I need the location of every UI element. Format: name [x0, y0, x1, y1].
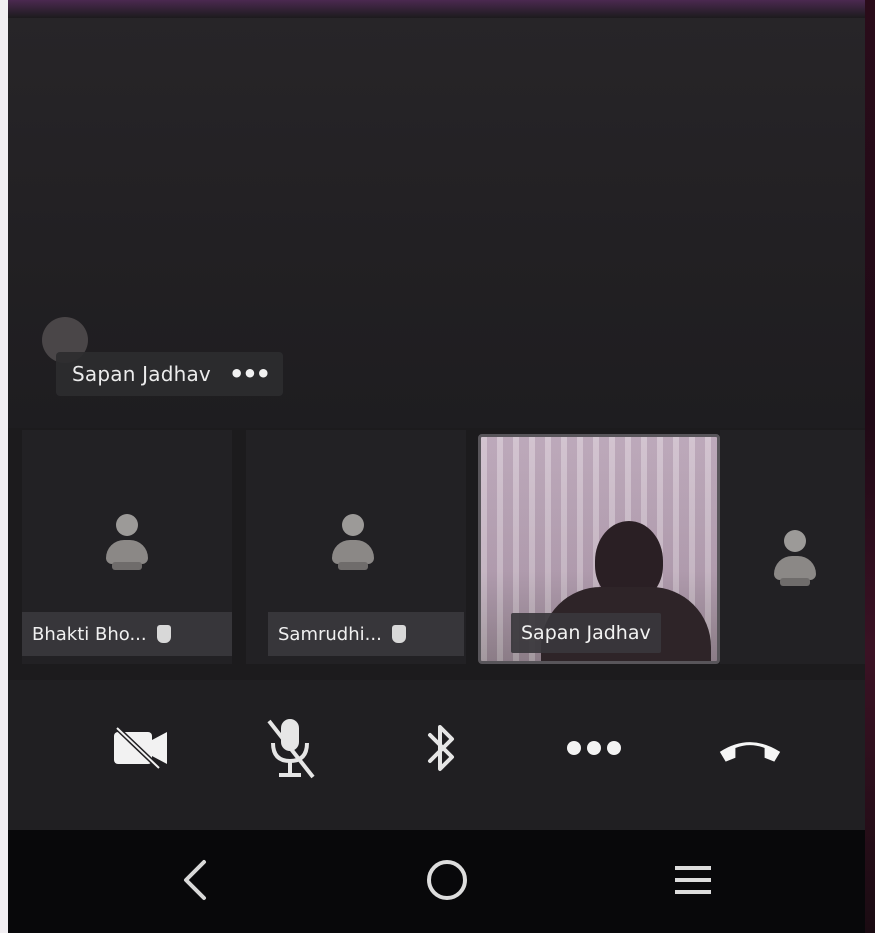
hang-up-button[interactable]: [714, 712, 786, 784]
participant-avatar-icon: [774, 530, 816, 588]
speaker-label[interactable]: Sapan Jadhav •••: [56, 352, 283, 396]
camera-toggle-button[interactable]: [104, 712, 176, 784]
home-icon: [427, 860, 467, 900]
participant-avatar-icon: [106, 514, 148, 572]
participant-tiles: Bhakti Bho... Samrudhi...: [8, 430, 868, 670]
mic-toggle-button[interactable]: [254, 712, 326, 784]
call-controls: [8, 680, 868, 830]
participant-label: Samrudhi...: [268, 612, 464, 656]
edge-strip: [865, 0, 875, 933]
top-edge: [8, 0, 868, 18]
participant-tile[interactable]: Samrudhi...: [246, 430, 466, 664]
hand-icon: [156, 625, 171, 643]
participant-label: Bhakti Bho...: [22, 612, 232, 656]
hangup-icon: [719, 742, 781, 762]
more-options-button[interactable]: [558, 712, 630, 784]
participant-video-label: Sapan Jadhav: [511, 613, 661, 653]
more-icon: [567, 741, 621, 755]
menu-icon: [675, 866, 711, 894]
nav-recents-button[interactable]: [658, 850, 728, 910]
participant-tile[interactable]: Bhakti Bho...: [22, 430, 232, 664]
participant-name: Samrudhi...: [278, 623, 382, 645]
bluetooth-button[interactable]: [406, 712, 478, 784]
speaker-more-button[interactable]: •••: [229, 362, 271, 386]
bluetooth-icon: [428, 725, 454, 771]
participant-video-tile[interactable]: Sapan Jadhav: [478, 434, 720, 664]
participant-avatar-icon: [332, 514, 374, 572]
participant-tile[interactable]: [720, 430, 868, 664]
back-icon: [184, 860, 206, 900]
camera-off-icon: [114, 726, 167, 770]
system-navigation-bar: [8, 830, 868, 933]
hand-icon: [391, 625, 406, 643]
nav-back-button[interactable]: [160, 850, 230, 910]
nav-home-button[interactable]: [412, 850, 482, 910]
participant-name: Bhakti Bho...: [32, 623, 147, 645]
speaker-name: Sapan Jadhav: [72, 362, 211, 386]
mic-off-icon: [267, 719, 315, 779]
meeting-screen: Sapan Jadhav ••• Bhakti Bho... Samrudhi.…: [8, 0, 868, 933]
